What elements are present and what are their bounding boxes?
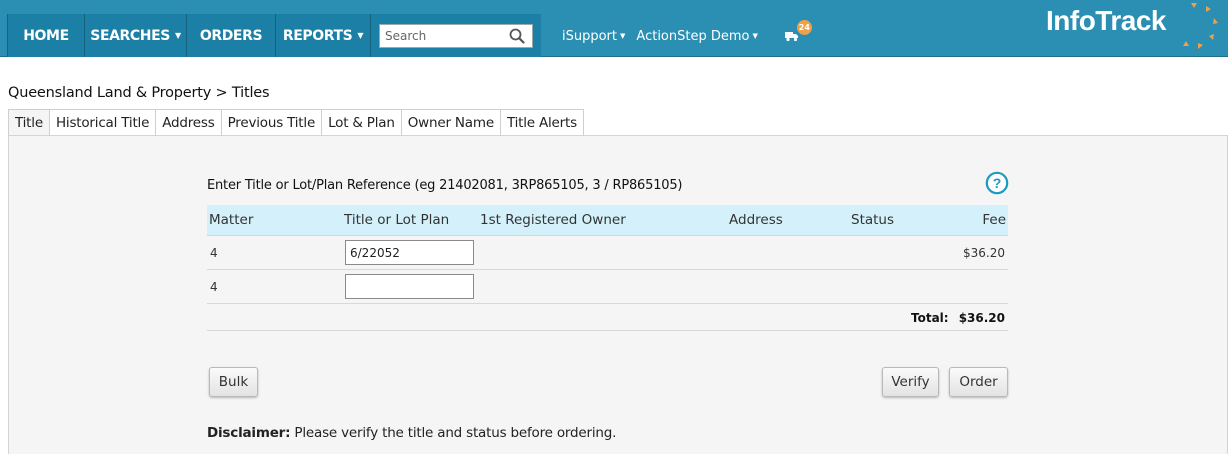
search-container xyxy=(371,14,541,57)
main-nav: HOME SEARCHES ▼ ORDERS REPORTS ▼ xyxy=(7,14,541,57)
table-row: 4 xyxy=(207,270,1008,304)
col-matter: Matter xyxy=(209,212,254,228)
col-fee: Fee xyxy=(982,212,1006,228)
tab-title[interactable]: Title xyxy=(8,109,50,136)
row-matter: 4 xyxy=(210,280,218,294)
total-value: $36.20 xyxy=(958,311,1005,325)
col-owner: 1st Registered Owner xyxy=(480,212,626,228)
disclaimer: Disclaimer: Please verify the title and … xyxy=(207,425,616,441)
user-links: iSupport ▼ ActionStep Demo ▼ 24 xyxy=(562,20,815,45)
col-status: Status xyxy=(851,212,895,228)
infotrack-logo: InfoTrack xyxy=(1046,2,1226,54)
total-label: Total: xyxy=(911,311,949,325)
verify-button[interactable]: Verify xyxy=(882,367,939,397)
table-row: 4 $36.20 xyxy=(207,236,1008,270)
breadcrumb: Queensland Land & Property > Titles xyxy=(8,85,270,101)
nav-reports-label: REPORTS xyxy=(282,27,353,44)
tab-previous-title[interactable]: Previous Title xyxy=(221,109,323,136)
account-menu[interactable]: ActionStep Demo ▼ xyxy=(636,29,757,44)
nav-orders[interactable]: ORDERS xyxy=(187,14,276,57)
top-nav-bar: HOME SEARCHES ▼ ORDERS REPORTS ▼ iSuppor… xyxy=(0,0,1228,57)
title-order-table: Matter Title or Lot Plan 1st Registered … xyxy=(207,205,1008,331)
isupport-menu[interactable]: iSupport ▼ xyxy=(562,29,625,44)
nav-home-label: HOME xyxy=(23,27,69,44)
tab-owner-name[interactable]: Owner Name xyxy=(401,109,501,136)
col-title: Title or Lot Plan xyxy=(344,212,450,228)
isupport-label: iSupport xyxy=(562,28,618,44)
logo-text: InfoTrack xyxy=(1046,5,1166,36)
search-tabs: Title Historical Title Address Previous … xyxy=(8,109,584,136)
nav-reports[interactable]: REPORTS ▼ xyxy=(276,14,371,57)
disclaimer-text: Please verify the title and status befor… xyxy=(290,425,617,441)
row-fee: $36.20 xyxy=(963,246,1005,260)
row-matter: 4 xyxy=(210,246,218,260)
account-label: ActionStep Demo xyxy=(636,28,750,44)
search-input[interactable] xyxy=(380,24,504,47)
notification-badge: 24 xyxy=(796,20,812,35)
chevron-down-icon: ▼ xyxy=(620,32,626,40)
search-icon[interactable] xyxy=(504,25,530,47)
total-row: Total: $36.20 xyxy=(207,304,1008,331)
svg-text:?: ? xyxy=(993,175,1002,191)
col-address: Address xyxy=(729,212,783,228)
logo-arrows-icon xyxy=(1183,3,1218,49)
truck-icon xyxy=(784,32,798,42)
form-instruction: Enter Title or Lot/Plan Reference (eg 21… xyxy=(207,178,683,193)
chevron-down-icon: ▼ xyxy=(357,31,364,40)
nav-searches[interactable]: SEARCHES ▼ xyxy=(85,14,187,57)
nav-home[interactable]: HOME xyxy=(8,14,85,57)
tab-title-alerts[interactable]: Title Alerts xyxy=(500,109,584,136)
nav-searches-label: SEARCHES xyxy=(90,27,170,44)
tab-address[interactable]: Address xyxy=(156,109,222,136)
disclaimer-label: Disclaimer: xyxy=(207,425,291,441)
chevron-down-icon: ▼ xyxy=(174,31,181,40)
order-button[interactable]: Order xyxy=(949,367,1008,397)
search-box xyxy=(379,23,533,48)
tab-lot-plan[interactable]: Lot & Plan xyxy=(322,109,402,136)
title-reference-input[interactable] xyxy=(345,274,474,299)
help-icon[interactable]: ? xyxy=(985,171,1009,195)
notifications-button[interactable]: 24 xyxy=(784,20,815,45)
tab-historical-title[interactable]: Historical Title xyxy=(49,109,157,136)
table-header: Matter Title or Lot Plan 1st Registered … xyxy=(207,205,1008,236)
nav-orders-label: ORDERS xyxy=(199,27,263,44)
chevron-down-icon: ▼ xyxy=(752,32,758,40)
title-reference-input[interactable] xyxy=(345,240,474,265)
bulk-button[interactable]: Bulk xyxy=(209,367,258,397)
